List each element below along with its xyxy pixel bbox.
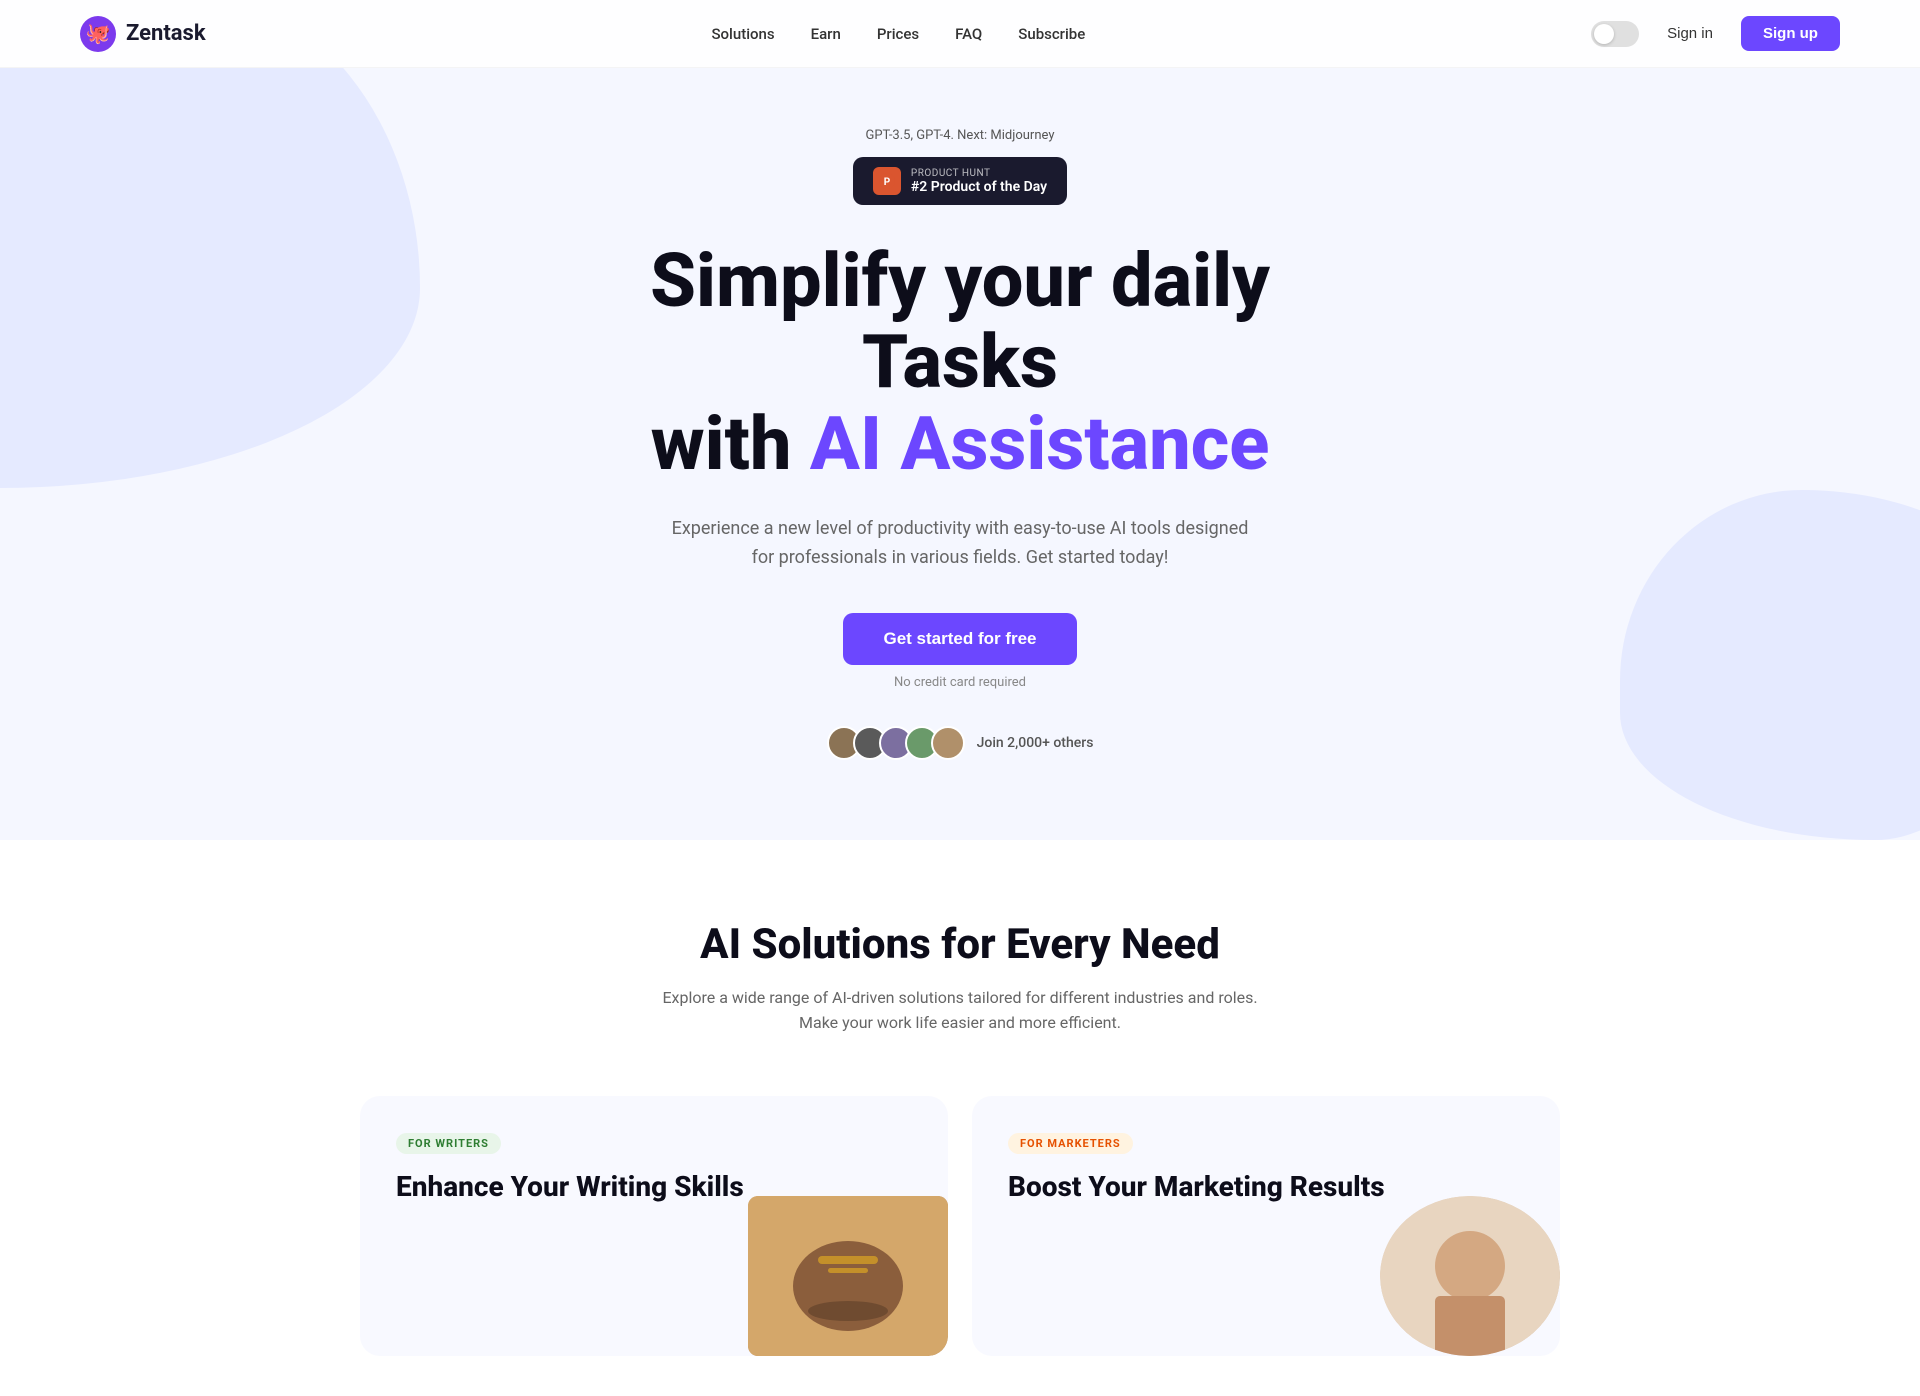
nav-right: Sign in Sign up	[1591, 16, 1840, 51]
hero-subtitle: Experience a new level of productivity w…	[660, 515, 1260, 573]
nav-subscribe[interactable]: Subscribe	[1018, 25, 1085, 43]
card-marketers: FOR MARKETERS Boost Your Marketing Resul…	[972, 1096, 1560, 1356]
ph-title: #2 Product of the Day	[911, 179, 1047, 195]
hero-section: GPT-3.5, GPT-4. Next: Midjourney P PRODU…	[0, 68, 1920, 840]
logo-icon: 🐙	[80, 16, 116, 52]
nav-faq[interactable]: FAQ	[955, 25, 982, 43]
hero-title-accent: AI Assistance	[810, 401, 1269, 488]
solutions-subtitle: Explore a wide range of AI-driven soluti…	[660, 985, 1260, 1036]
ph-label: PRODUCT HUNT	[911, 168, 1047, 179]
logo-link[interactable]: 🐙 Zentask	[80, 16, 206, 52]
svg-text:P: P	[884, 177, 891, 188]
nav-earn[interactable]: Earn	[811, 25, 841, 43]
hero-title: Simplify your daily Tasks with AI Assist…	[560, 241, 1360, 485]
marketers-illustration	[1380, 1196, 1560, 1356]
background-blob-right	[1620, 490, 1920, 840]
svg-text:🐙: 🐙	[86, 21, 111, 45]
ph-text: PRODUCT HUNT #2 Product of the Day	[911, 168, 1047, 195]
hero-title-line1: Simplify your daily Tasks	[650, 238, 1270, 406]
avatar-group	[827, 726, 965, 760]
no-credit-text: No credit card required	[560, 675, 1360, 690]
card-image-writers	[748, 1196, 948, 1356]
social-proof-text: Join 2,000+ others	[977, 735, 1094, 751]
solutions-section: AI Solutions for Every Need Explore a wi…	[0, 840, 1920, 1396]
brand-name: Zentask	[126, 21, 206, 46]
theme-toggle[interactable]	[1591, 21, 1639, 47]
nav-prices[interactable]: Prices	[877, 25, 919, 43]
nav-solutions[interactable]: Solutions	[711, 25, 774, 43]
card-badge-marketers: FOR MARKETERS	[1008, 1133, 1133, 1154]
avatar	[931, 726, 965, 760]
product-hunt-logo: P	[873, 167, 901, 195]
solutions-cards: FOR WRITERS Enhance Your Writing Skills …	[360, 1096, 1560, 1356]
card-writers: FOR WRITERS Enhance Your Writing Skills	[360, 1096, 948, 1356]
product-hunt-badge: P PRODUCT HUNT #2 Product of the Day	[853, 157, 1067, 205]
social-proof: Join 2,000+ others	[560, 726, 1360, 760]
solutions-title: AI Solutions for Every Need	[80, 920, 1840, 969]
nav-links: Solutions Earn Prices FAQ Subscribe	[711, 24, 1085, 43]
cta-button[interactable]: Get started for free	[843, 613, 1076, 665]
gpt-badge-text: GPT-3.5, GPT-4. Next: Midjourney	[560, 128, 1360, 143]
hero-title-line2-plain: with	[651, 401, 810, 488]
card-badge-writers: FOR WRITERS	[396, 1133, 501, 1154]
hero-content: GPT-3.5, GPT-4. Next: Midjourney P PRODU…	[560, 128, 1360, 760]
signup-button[interactable]: Sign up	[1741, 16, 1840, 51]
background-blob-left	[0, 68, 420, 488]
navbar: 🐙 Zentask Solutions Earn Prices FAQ Subs…	[0, 0, 1920, 68]
card-image-marketers	[1380, 1196, 1560, 1356]
writers-illustration	[748, 1196, 948, 1356]
signin-button[interactable]: Sign in	[1655, 19, 1725, 48]
